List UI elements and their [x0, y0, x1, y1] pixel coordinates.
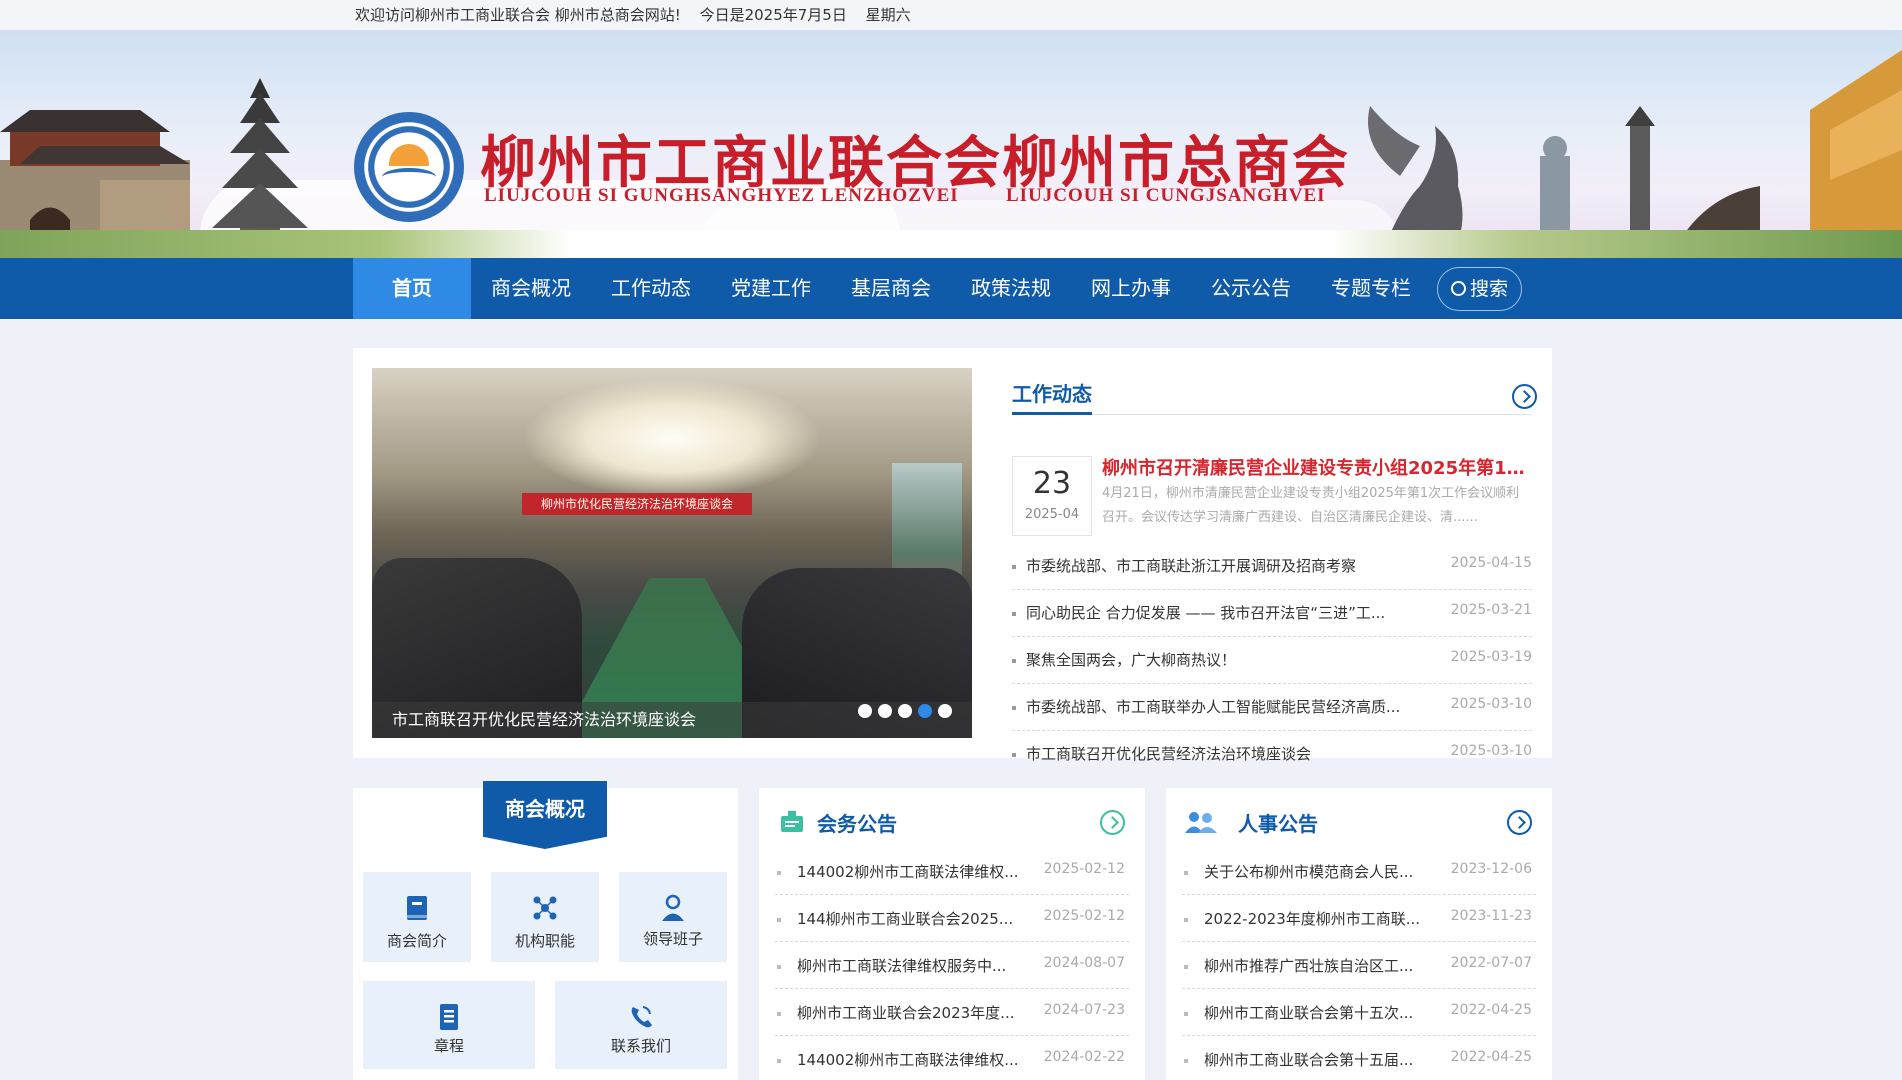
nav-item-policy[interactable]: 政策法规 [951, 258, 1071, 319]
search-icon [1450, 281, 1466, 296]
feature-date-box: 23 2025-04 [1012, 456, 1092, 536]
feature-day: 23 [1032, 466, 1072, 501]
work-news-list: 市委统战部、市工商联赴浙江开展调研及招商考察 2025-04-15 同心助民企 合… [1012, 543, 1532, 778]
nav-item-home[interactable]: 首页 [353, 258, 471, 319]
document-icon [440, 1004, 458, 1030]
tile-contact[interactable]: 联系我们 [555, 981, 727, 1069]
site-subtitle-secondary: LIUJCOUH SI CUNGJSANGHVEI [1006, 185, 1326, 206]
feature-year-month: 2025-04 [1024, 507, 1080, 522]
list-item[interactable]: 关于公布柳州市模范商会人民... 2023-12-06 [1182, 848, 1536, 895]
list-item[interactable]: 聚焦全国两会，广大柳商热议！ 2025-03-19 [1012, 637, 1532, 684]
leader-icon [662, 894, 684, 921]
list-item[interactable]: 柳州市工商业联合会2023年度... 2024-07-23 [775, 989, 1129, 1036]
meeting-notice-card: 会务公告 144002柳州市工商联法律维权... 2025-02-12 144柳州… [759, 788, 1145, 1080]
carousel-caption[interactable]: 市工商联召开优化民营经济法治环境座谈会 [372, 702, 972, 738]
nav-item-local-chambers[interactable]: 基层商会 [831, 258, 951, 319]
welcome-text: 欢迎访问柳州市工商业联合会 柳州市总商会网站! [355, 6, 681, 24]
work-news-title[interactable]: 工作动态 [1012, 378, 1092, 407]
top-bar: 欢迎访问柳州市工商业联合会 柳州市总商会网站! 今日是2025年7月5日 星期六 [0, 0, 1902, 30]
list-item[interactable]: 柳州市推荐广西壮族自治区工... 2022-07-07 [1182, 942, 1536, 989]
org-icon [533, 896, 557, 920]
carousel-dot[interactable] [858, 703, 872, 718]
list-item[interactable]: 2022-2023年度柳州市工商联... 2023-11-23 [1182, 895, 1536, 942]
meeting-notice-title[interactable]: 会务公告 [817, 808, 897, 837]
personnel-notice-list: 关于公布柳州市模范商会人民... 2023-12-06 2022-2023年度柳州… [1182, 848, 1536, 1080]
list-item[interactable]: 柳州市工商业联合会第十五届... 2022-04-25 [1182, 1036, 1536, 1080]
today-date: 今日是2025年7月5日 [699, 6, 847, 24]
feature-summary: 4月21日，柳州市清廉民营企业建设专责小组2025年第1次工作会议顺利召开。会议… [1102, 486, 1520, 525]
people-icon [1185, 812, 1217, 833]
search-button[interactable]: 搜索 [1437, 267, 1522, 311]
list-item[interactable]: 144002柳州市工商联法律维权... 2025-02-12 [775, 848, 1129, 895]
weekday-text: 星期六 [865, 6, 911, 24]
personnel-notice-title[interactable]: 人事公告 [1238, 808, 1318, 837]
nav-item-work-news[interactable]: 工作动态 [591, 258, 711, 319]
tile-charter[interactable]: 章程 [363, 981, 535, 1069]
site-subtitle-primary: LIUJCOUH SI GUNGHSANGHYEZ LENZHOZVEI [484, 185, 959, 206]
main-nav: 首页 商会概况 工作动态 党建工作 基层商会 政策法规 网上办事 公示公告 专题… [0, 258, 1902, 319]
phone-icon [631, 1006, 652, 1028]
overview-card: 商会概况 商会简介 机构职能 领导班子 章程 联系我们 [353, 781, 738, 1080]
overview-ribbon-title[interactable]: 商会概况 [483, 781, 607, 849]
carousel-dot[interactable] [878, 703, 892, 718]
news-panel: 柳州市优化民营经济法治环境座谈会 市工商联召开优化民营经济法治环境座谈会 工作动… [353, 348, 1552, 763]
list-item[interactable]: 市委统战部、市工商联赴浙江开展调研及招商考察 2025-04-15 [1012, 543, 1532, 590]
tile-leadership[interactable]: 领导班子 [619, 872, 727, 962]
carousel-dot-active[interactable] [918, 703, 932, 718]
nav-item-announcements[interactable]: 公示公告 [1191, 258, 1311, 319]
list-item[interactable]: 144002柳州市工商联法律维权... 2024-02-22 [775, 1036, 1129, 1080]
more-arrow-icon[interactable] [1507, 810, 1532, 835]
slide-meeting-banner: 柳州市优化民营经济法治环境座谈会 [522, 493, 752, 515]
list-item[interactable]: 144柳州市工商业联合会2025... 2025-02-12 [775, 895, 1129, 942]
more-arrow-icon[interactable] [1512, 384, 1537, 409]
nav-item-special-topics[interactable]: 专题专栏 [1311, 258, 1431, 319]
tile-functions[interactable]: 机构职能 [491, 872, 599, 962]
more-arrow-icon[interactable] [1100, 810, 1125, 835]
notice-board-icon [781, 811, 803, 832]
nav-item-overview[interactable]: 商会概况 [471, 258, 591, 319]
personnel-notice-card: 人事公告 关于公布柳州市模范商会人民... 2023-12-06 2022-202… [1166, 788, 1552, 1080]
logo-emblem[interactable] [354, 112, 464, 222]
search-label: 搜索 [1469, 278, 1508, 300]
carousel-dots [852, 692, 952, 728]
nav-item-party-work[interactable]: 党建工作 [711, 258, 831, 319]
list-item[interactable]: 同心助民企 合力促发展 —— 我市召开法官“三进”工... 2025-03-21 [1012, 590, 1532, 637]
meeting-notice-list: 144002柳州市工商联法律维权... 2025-02-12 144柳州市工商业联… [775, 848, 1129, 1080]
nav-item-online-services[interactable]: 网上办事 [1071, 258, 1191, 319]
building-illustration [1810, 50, 1902, 258]
carousel-caption-text: 市工商联召开优化民营经济法治环境座谈会 [392, 710, 697, 729]
list-item[interactable]: 柳州市工商联法律维权服务中... 2024-08-07 [775, 942, 1129, 989]
feature-headline[interactable]: 柳州市召开清廉民营企业建设专责小组2025年第1次... [1102, 454, 1532, 480]
list-item[interactable]: 市委统战部、市工商联举办人工智能赋能民营经济高质... 2025-03-10 [1012, 684, 1532, 731]
list-item[interactable]: 柳州市工商业联合会第十五次... 2022-04-25 [1182, 989, 1536, 1036]
list-item[interactable]: 市工商联召开优化民营经济法治环境座谈会 2025-03-10 [1012, 731, 1532, 778]
book-icon [407, 896, 427, 920]
carousel-dot[interactable] [898, 703, 912, 718]
header-banner: 柳州市工商业联合会 LIUJCOUH SI GUNGHSANGHYEZ LENZ… [0, 30, 1902, 258]
tile-intro[interactable]: 商会简介 [363, 872, 471, 962]
image-carousel[interactable]: 柳州市优化民营经济法治环境座谈会 市工商联召开优化民营经济法治环境座谈会 [372, 368, 972, 738]
carousel-dot[interactable] [938, 703, 952, 718]
